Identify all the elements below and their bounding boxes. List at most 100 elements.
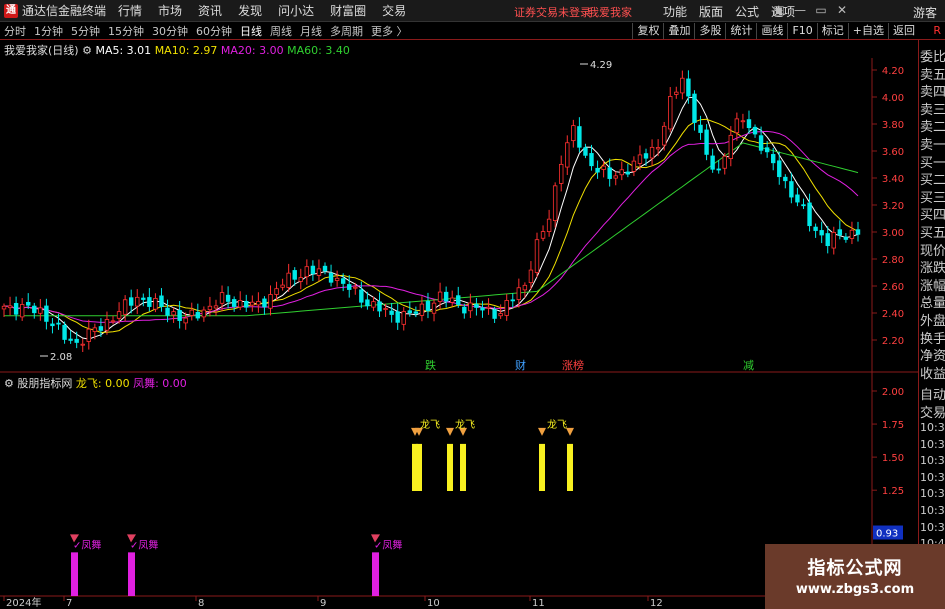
period-30min[interactable]: 30分钟: [152, 23, 188, 39]
candle-body: [601, 165, 606, 170]
quote-field[interactable]: 买一: [920, 152, 945, 171]
period-daily[interactable]: 日线: [240, 23, 262, 39]
minimize-icon[interactable]: —: [791, 2, 809, 19]
quote-field[interactable]: 卖一: [920, 134, 945, 153]
candle-body: [225, 294, 231, 302]
overlay-button[interactable]: 叠加: [663, 23, 694, 39]
login-status[interactable]: 证券交易未登录: [514, 4, 591, 20]
menu-trade[interactable]: 交易: [382, 2, 406, 19]
candle-body: [528, 269, 534, 284]
guest-label[interactable]: 游客: [913, 4, 937, 21]
quote-field[interactable]: 卖三: [920, 99, 945, 118]
f10-button[interactable]: F10: [787, 23, 816, 39]
auto-trade-field[interactable]: 自动: [920, 384, 945, 403]
trade-time[interactable]: 10:39: [920, 471, 945, 484]
menu-function[interactable]: 功能: [663, 3, 687, 20]
back-button[interactable]: 返回: [888, 23, 919, 39]
period-1min[interactable]: 1分钟: [34, 23, 63, 39]
tool-buttons: 复权 叠加 多股 统计 画线 F10 标记 +自选 返回: [632, 23, 919, 39]
quote-field[interactable]: 委比: [920, 46, 945, 65]
period-multi[interactable]: 多周期: [330, 23, 363, 39]
candle-body: [668, 96, 673, 130]
menu-assistant[interactable]: 问小达: [278, 2, 314, 19]
candle-body: [504, 300, 509, 316]
close-icon[interactable]: ✕: [833, 2, 851, 19]
period-5min[interactable]: 5分钟: [71, 23, 100, 39]
quote-field[interactable]: 涨幅: [920, 275, 945, 294]
auto-trade-field[interactable]: 交易: [920, 402, 945, 421]
candle-body: [595, 167, 600, 173]
stats-button[interactable]: 统计: [725, 23, 756, 39]
price-tick-label: 3.80: [882, 120, 904, 131]
trade-time[interactable]: 10:39: [920, 521, 945, 534]
indicator-tick-label: 2.00: [882, 387, 904, 398]
period-weekly[interactable]: 周线: [270, 23, 292, 39]
trade-time[interactable]: 10:39: [920, 504, 945, 517]
period-more[interactable]: 更多 〉: [371, 23, 408, 39]
event-tag: 减: [743, 359, 754, 372]
candle-body: [122, 299, 128, 315]
longfei-label: 龙飞: 0.00: [75, 377, 130, 390]
period-60min[interactable]: 60分钟: [196, 23, 232, 39]
candle-body: [407, 310, 413, 313]
quote-field[interactable]: 买四: [920, 204, 945, 223]
period-15min[interactable]: 15分钟: [108, 23, 144, 39]
menu-market[interactable]: 市场: [158, 2, 182, 19]
candle-body: [165, 307, 170, 316]
quote-field[interactable]: 买三: [920, 187, 945, 206]
quote-field[interactable]: 现价: [920, 240, 945, 259]
login-user[interactable]: 我爱我家: [588, 4, 632, 20]
candle-body: [419, 303, 425, 316]
indicator-name[interactable]: 股朋指标网: [17, 377, 72, 390]
adjust-button[interactable]: 复权: [632, 23, 663, 39]
ma60-label: MA60: 3.40: [287, 44, 350, 57]
quote-field[interactable]: 卖五: [920, 64, 945, 83]
trade-time[interactable]: 10:39: [920, 421, 945, 434]
period-intraday[interactable]: 分时: [4, 23, 26, 39]
add-favorite-button[interactable]: +自选: [847, 23, 888, 39]
mark-button[interactable]: 标记: [816, 23, 848, 39]
quote-field[interactable]: 换手: [920, 328, 945, 347]
candle-body: [752, 126, 758, 135]
period-monthly[interactable]: 月线: [300, 23, 322, 39]
candle-body: [571, 125, 576, 142]
menu-formula[interactable]: 公式: [735, 3, 759, 20]
candle-body: [552, 185, 558, 221]
draw-button[interactable]: 画线: [756, 23, 787, 39]
trade-time[interactable]: 10:39: [920, 487, 945, 500]
site-watermark: 指标公式网 www.zbgs3.com: [765, 544, 945, 609]
candle-body: [734, 118, 740, 134]
candle-body: [274, 288, 279, 295]
candle-body: [522, 284, 528, 291]
quote-field[interactable]: 涨跌: [920, 257, 945, 276]
trade-time[interactable]: 10:39: [920, 454, 945, 467]
multi-stock-button[interactable]: 多股: [694, 23, 725, 39]
quote-field[interactable]: 买五: [920, 222, 945, 241]
settings-icon[interactable]: ⚙: [82, 44, 92, 57]
menu-layout[interactable]: 版面: [699, 3, 723, 20]
quote-field[interactable]: 外盘: [920, 310, 945, 329]
menu-news[interactable]: 资讯: [198, 2, 222, 19]
quote-field[interactable]: 卖二: [920, 116, 945, 135]
menu-quotes[interactable]: 行情: [118, 2, 142, 19]
quote-field[interactable]: 卖四: [920, 81, 945, 100]
menu-wealth[interactable]: 财富圈: [330, 2, 366, 19]
restore-icon[interactable]: ▣: [770, 2, 788, 19]
candle-body: [1, 305, 7, 310]
quote-field[interactable]: 总量: [920, 292, 945, 311]
longfei-signal-bar: [416, 443, 422, 491]
quote-field[interactable]: 收益: [920, 363, 945, 382]
stock-name[interactable]: 我爱我家(日线): [4, 44, 79, 57]
quote-field[interactable]: 净资: [920, 345, 945, 364]
chart-info-line: 我爱我家(日线) ⚙ MA5: 3.01 MA10: 2.97 MA20: 3.…: [4, 42, 350, 58]
candle-body: [389, 310, 394, 315]
maximize-icon[interactable]: ▭: [812, 2, 830, 19]
quote-field[interactable]: 买二: [920, 169, 945, 188]
menu-discover[interactable]: 发现: [238, 2, 262, 19]
trade-time[interactable]: 10:39: [920, 438, 945, 451]
indicator-settings-icon[interactable]: ⚙: [4, 377, 14, 390]
r-badge[interactable]: R: [933, 24, 941, 37]
candle-body: [98, 326, 104, 331]
kline-chart[interactable]: 4.20 4.00 3.80 3.60 3.40 3.20 3.00 2.80 2.60 2.40…: [0, 40, 945, 609]
candle-body: [86, 328, 91, 342]
